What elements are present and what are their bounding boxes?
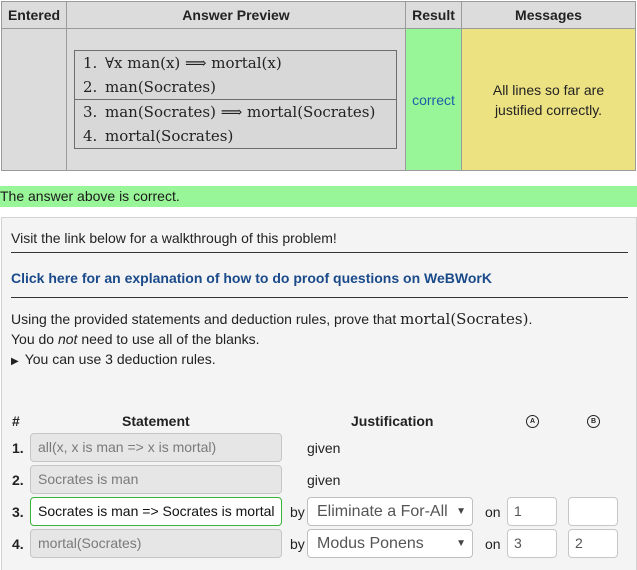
col-header-ref-a: A	[526, 415, 539, 428]
correct-status-bar: The answer above is correct.	[0, 186, 637, 207]
col-header-ref-b: B	[587, 415, 600, 428]
entered-cell	[1, 28, 67, 171]
by-label: by	[290, 504, 305, 520]
proof-line: 3. man(Socrates) ⟹ mortal(Socrates)	[75, 99, 396, 124]
proof-line: 2. man(Socrates)	[83, 78, 216, 96]
row-number: 2.	[12, 472, 24, 488]
reference-a-input[interactable]: 1	[507, 497, 557, 526]
chevron-down-icon: ▼	[456, 506, 466, 517]
deduction-rules-toggle[interactable]: ▶ You can use 3 deduction rules.	[11, 351, 216, 367]
justification-given: given	[307, 440, 341, 456]
proof-line: 1. ∀x man(x) ⟹ mortal(x)	[83, 54, 282, 72]
col-header-statement: Statement	[122, 413, 190, 429]
header-entered: Entered	[1, 1, 67, 29]
header-result: Result	[405, 1, 462, 29]
instruction-text: Using the provided statements and deduct…	[11, 310, 533, 328]
divider	[11, 252, 628, 253]
row-number: 3.	[12, 504, 24, 520]
reference-b-input[interactable]: 2	[568, 529, 618, 558]
rule-select[interactable]: Modus Ponens ▼	[307, 529, 473, 558]
col-header-number: #	[12, 413, 20, 429]
results-table: Entered Answer Preview Result Messages 1…	[1, 1, 636, 171]
disclosure-triangle-icon: ▶	[11, 356, 19, 367]
by-label: by	[290, 536, 305, 552]
divider	[11, 297, 628, 298]
col-header-justification: Justification	[351, 413, 434, 429]
chevron-down-icon: ▼	[456, 538, 466, 549]
row-number: 1.	[12, 440, 24, 456]
reference-a-input[interactable]: 3	[507, 529, 557, 558]
on-label: on	[485, 504, 501, 520]
statement-field: all(x, x is man => x is mortal)	[30, 433, 282, 462]
justification-given: given	[307, 472, 341, 488]
header-answer-preview: Answer Preview	[66, 1, 406, 29]
answer-preview-cell: 1. ∀x man(x) ⟹ mortal(x) 2. man(Socrates) …	[66, 28, 406, 171]
row-number: 4.	[12, 536, 24, 552]
header-messages: Messages	[461, 1, 636, 29]
problem-panel: Visit the link below for a walkthrough o…	[1, 217, 637, 570]
explanation-link[interactable]: Click here for an explanation of how to …	[11, 270, 492, 286]
proof-line: 4. mortal(Socrates)	[83, 127, 234, 145]
messages-cell: All lines so far are justified correctly…	[461, 28, 636, 171]
result-cell: correct	[405, 28, 462, 171]
rule-select[interactable]: Eliminate a For-All ▼	[307, 497, 473, 526]
reference-b-input[interactable]	[568, 497, 618, 526]
statement-input[interactable]: Socrates is man => Socrates is mortal	[30, 497, 282, 526]
message-line: justified correctly.	[494, 101, 603, 118]
statement-field: Socrates is man	[30, 465, 282, 494]
on-label: on	[485, 536, 501, 552]
goal-formula: mortal(Socrates)	[400, 310, 529, 328]
proof-preview: 1. ∀x man(x) ⟹ mortal(x) 2. man(Socrates) …	[74, 50, 397, 149]
blanks-note: You do not need to use all of the blanks…	[11, 331, 260, 347]
message-line: All lines so far are	[492, 81, 605, 98]
statement-field: mortal(Socrates)	[30, 529, 282, 558]
walkthrough-text: Visit the link below for a walkthrough o…	[11, 230, 337, 246]
